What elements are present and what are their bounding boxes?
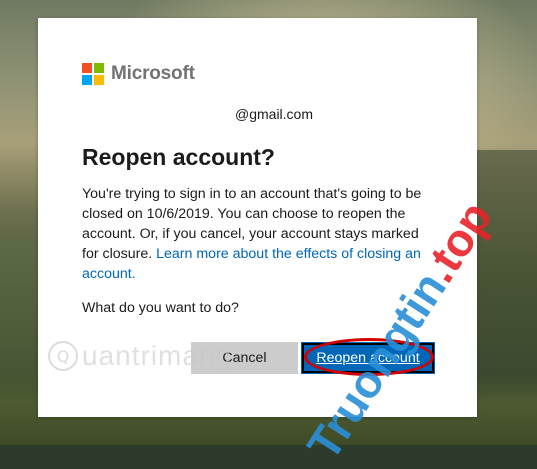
quantrimang-watermark-icon: Q [48,341,78,371]
dialog-title: Reopen account? [82,144,275,170]
microsoft-logo-icon [82,63,104,85]
account-email: @gmail.com [235,106,314,122]
microsoft-logo: Microsoft [82,63,195,85]
dialog-question: What do you want to do? [82,300,239,316]
dialog-description: You're trying to sign in to an account t… [82,184,432,284]
microsoft-logo-text: Microsoft [111,63,195,84]
quantrimang-watermark-text: uantrimang [82,340,233,371]
quantrimang-watermark: Q uantrimang [48,340,232,372]
